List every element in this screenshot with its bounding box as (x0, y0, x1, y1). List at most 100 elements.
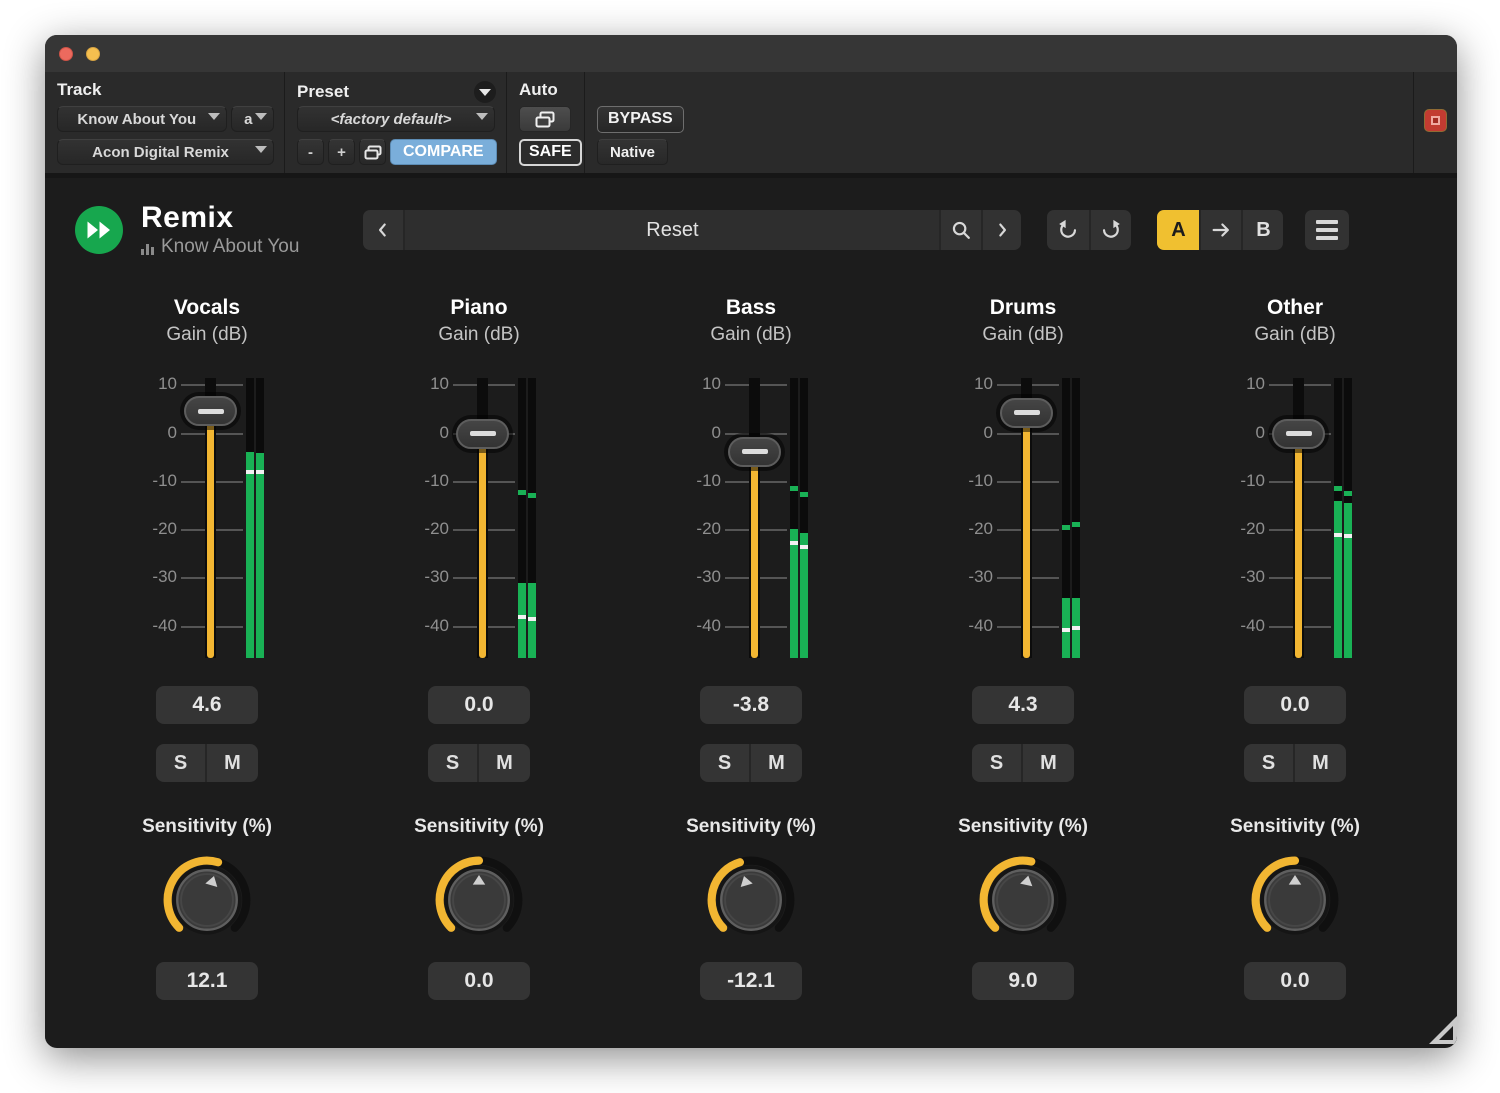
tick-label: 0 (145, 423, 177, 443)
bar-chart-icon (141, 244, 154, 258)
sensitivity-knob[interactable] (1247, 852, 1343, 948)
meter-peak-hold (1344, 491, 1352, 496)
resize-handle[interactable] (1427, 1014, 1457, 1044)
sensitivity-knob[interactable] (703, 852, 799, 948)
close-button[interactable] (59, 47, 73, 61)
knob-graphic (159, 852, 255, 948)
tick-label: 0 (1233, 423, 1265, 443)
tick-label: -40 (1233, 616, 1265, 636)
ab-copy-button[interactable] (1199, 210, 1241, 250)
knob-graphic (1247, 852, 1343, 948)
gain-value[interactable]: 0.0 (1244, 686, 1346, 724)
solo-button[interactable]: S (428, 744, 479, 782)
meter-peak-hold (800, 492, 808, 497)
channel-name: Piano (450, 296, 507, 322)
copy-preset-button[interactable] (359, 139, 386, 165)
sensitivity-value[interactable]: 12.1 (156, 962, 258, 1000)
tick-label: -20 (417, 519, 449, 539)
sensitivity-knob[interactable] (975, 852, 1071, 948)
title-bar (45, 35, 1457, 72)
preset-prev-button[interactable] (363, 210, 403, 250)
track-name-dropdown[interactable]: Know About You (57, 106, 227, 132)
redo-button[interactable] (1089, 210, 1131, 250)
compare-button[interactable]: COMPARE (390, 139, 497, 165)
meter-peak-hold (528, 493, 536, 498)
tick-label: 10 (689, 374, 721, 394)
fader-handle[interactable] (184, 396, 237, 426)
undo-button[interactable] (1047, 210, 1089, 250)
mute-button[interactable]: M (751, 744, 802, 782)
meter-peak-hold (1062, 525, 1070, 530)
channel-name: Vocals (174, 296, 240, 322)
plugin-name-dropdown[interactable]: Acon Digital Remix (57, 139, 274, 165)
mute-button[interactable]: M (479, 744, 530, 782)
auto-params-button[interactable] (519, 106, 571, 132)
meter-fill (790, 529, 798, 658)
mute-button[interactable]: M (1023, 744, 1074, 782)
sensitivity-knob[interactable] (431, 852, 527, 948)
level-meter-left (1334, 378, 1342, 658)
preset-next-button[interactable]: + (328, 139, 355, 165)
host-header: Track Know About You a Acon Digital Remi… (45, 72, 1457, 178)
undo-icon (1057, 219, 1079, 241)
solo-mute-group: S M (700, 744, 802, 782)
gain-fader: 100-10-20-30-40 (1233, 378, 1357, 658)
preset-next-button[interactable] (981, 210, 1021, 250)
ab-b-button[interactable]: B (1241, 210, 1283, 250)
track-channel-dropdown[interactable]: a (231, 106, 274, 132)
native-mode-button[interactable]: Native (597, 139, 668, 165)
tick-label: -10 (145, 471, 177, 491)
minimize-button[interactable] (86, 47, 100, 61)
sensitivity-value[interactable]: 9.0 (972, 962, 1074, 1000)
gain-label: Gain (dB) (982, 324, 1063, 348)
gain-value[interactable]: 4.6 (156, 686, 258, 724)
fader-handle[interactable] (728, 437, 781, 467)
solo-button[interactable]: S (156, 744, 207, 782)
knob-graphic (431, 852, 527, 948)
gain-value[interactable]: -3.8 (700, 686, 802, 724)
preset-prev-button[interactable]: - (297, 139, 324, 165)
sensitivity-knob[interactable] (159, 852, 255, 948)
gain-value[interactable]: 0.0 (428, 686, 530, 724)
sensitivity-label: Sensitivity (%) (686, 816, 816, 840)
tick-label: 10 (961, 374, 993, 394)
fader-handle[interactable] (456, 419, 509, 449)
bypass-button[interactable]: BYPASS (597, 106, 684, 133)
mute-button[interactable]: M (1295, 744, 1346, 782)
tick-label: -30 (1233, 567, 1265, 587)
ab-a-button[interactable]: A (1157, 210, 1199, 250)
fader-fill (207, 411, 214, 658)
preset-dropdown[interactable]: <factory default> (297, 106, 495, 132)
meter-rms-line (256, 470, 264, 474)
fader-handle[interactable] (1272, 419, 1325, 449)
handle-grip-icon (1286, 431, 1312, 436)
sensitivity-value[interactable]: 0.0 (428, 962, 530, 1000)
sensitivity-value[interactable]: -12.1 (700, 962, 802, 1000)
preset-search-button[interactable] (941, 210, 981, 250)
gain-value[interactable]: 4.3 (972, 686, 1074, 724)
solo-button[interactable]: S (700, 744, 751, 782)
tick-label: -40 (417, 616, 449, 636)
handle-grip-icon (742, 449, 768, 454)
meter-rms-line (800, 545, 808, 549)
plugin-title: Remix (141, 203, 299, 233)
menu-button[interactable] (1305, 210, 1349, 250)
link-button[interactable] (1424, 109, 1447, 132)
meter-fill (1334, 501, 1342, 658)
preset-section: Preset <factory default> - + COMPA (285, 72, 507, 173)
fader-handle[interactable] (1000, 398, 1053, 428)
preset-menu-button[interactable] (474, 81, 496, 103)
mute-button[interactable]: M (207, 744, 258, 782)
preset-name-field[interactable]: Reset (403, 210, 941, 250)
safe-button[interactable]: SAFE (519, 139, 582, 166)
sensitivity-value[interactable]: 0.0 (1244, 962, 1346, 1000)
solo-button[interactable]: S (1244, 744, 1295, 782)
knob-graphic (703, 852, 799, 948)
solo-button[interactable]: S (972, 744, 1023, 782)
level-meter-left (1062, 378, 1070, 658)
meter-peak-hold (1334, 486, 1342, 491)
tick-label: 0 (961, 423, 993, 443)
tick-label: -10 (1233, 471, 1265, 491)
plugin-subtitle: Know About You (161, 236, 299, 258)
meter-peak-hold (790, 486, 798, 491)
